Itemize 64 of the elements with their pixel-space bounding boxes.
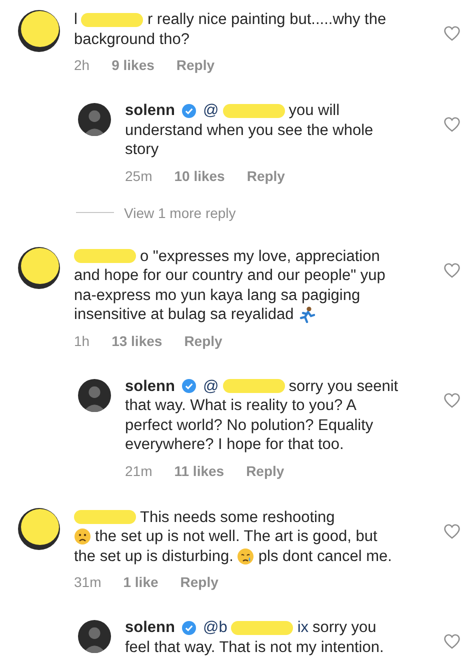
mention-link[interactable]: @ bbox=[202, 376, 219, 396]
comment-text: This needs some reshooting bbox=[140, 508, 335, 527]
view-more-replies-link[interactable]: View 1 more reply bbox=[124, 204, 236, 220]
username[interactable]: solenn bbox=[125, 101, 175, 120]
heart-icon[interactable] bbox=[444, 524, 460, 538]
comment-time: 1h bbox=[74, 332, 90, 348]
like-count[interactable]: 13 likes bbox=[112, 332, 162, 348]
comment-text: feel that way. That is not my intention. bbox=[125, 638, 384, 657]
verified-badge-icon bbox=[182, 379, 196, 394]
heart-icon[interactable] bbox=[444, 634, 460, 649]
redaction-mark bbox=[231, 620, 294, 635]
avatar bbox=[78, 103, 111, 136]
comment-time: 31m bbox=[74, 574, 102, 590]
comment-text: pls dont cancel me. bbox=[258, 546, 392, 566]
like-count[interactable]: 9 likes bbox=[112, 57, 154, 73]
redaction-mark bbox=[81, 12, 144, 27]
comment-text: that way. What is reality to you? A bbox=[125, 396, 356, 416]
frowning-face-icon bbox=[74, 528, 91, 546]
comment-text: story bbox=[125, 140, 159, 160]
comment-time: 2h bbox=[74, 57, 90, 73]
verified-badge-icon bbox=[182, 620, 196, 635]
comment-text: and hope for our country and our people" yup bbox=[74, 266, 386, 286]
username[interactable]: solenn bbox=[125, 618, 175, 638]
comment-text: you will bbox=[288, 101, 340, 120]
heart-icon[interactable] bbox=[444, 392, 460, 408]
crying-face-icon bbox=[237, 548, 254, 565]
redaction-mark bbox=[74, 249, 136, 264]
comment-text: understand when you see the whole bbox=[125, 120, 374, 140]
comment-text: perfect world? No polution? Equality bbox=[125, 416, 374, 435]
like-count[interactable]: 10 likes bbox=[174, 168, 225, 184]
redaction-mark bbox=[74, 510, 136, 524]
comment-text: sorry you seenit bbox=[288, 376, 398, 396]
heart-icon[interactable] bbox=[444, 117, 460, 132]
comment-text: background tho? bbox=[74, 30, 190, 49]
reply-button[interactable]: Reply bbox=[246, 462, 284, 478]
like-count[interactable]: 11 likes bbox=[174, 462, 224, 478]
username[interactable]: solenn bbox=[125, 376, 175, 396]
reply-button[interactable]: Reply bbox=[176, 57, 215, 73]
heart-icon[interactable] bbox=[444, 26, 460, 41]
mention-link[interactable]: @ bbox=[202, 101, 219, 120]
runner-emoji-icon bbox=[298, 306, 315, 324]
mention-link[interactable]: @b bbox=[202, 618, 228, 638]
redaction-mark bbox=[222, 104, 285, 118]
reply-button[interactable]: Reply bbox=[246, 168, 285, 184]
reply-button[interactable]: Reply bbox=[184, 332, 222, 348]
comment-time: 21m bbox=[125, 462, 152, 478]
mention-link[interactable]: ix bbox=[297, 618, 309, 638]
like-count[interactable]: 1 like bbox=[123, 574, 158, 590]
comment-text: insensitive at bulag sa reyalidad bbox=[74, 305, 294, 324]
comment-text: everywhere? I hope for that too. bbox=[125, 435, 344, 454]
comment-text: the set up is not well. The art is good, but bbox=[95, 527, 378, 546]
reply-button[interactable]: Reply bbox=[180, 574, 218, 590]
redaction-mark bbox=[222, 379, 285, 394]
avatar bbox=[78, 378, 111, 412]
comment-text: na-express mo yun kaya lang sa pagiging bbox=[74, 286, 360, 305]
comment-text: the set up is disturbing. bbox=[74, 546, 234, 566]
comment-time: 25m bbox=[125, 168, 152, 184]
verified-badge-icon bbox=[182, 104, 196, 118]
comment-text: sorry you bbox=[312, 618, 376, 638]
comment-text: l bbox=[74, 10, 78, 30]
comment-text: r really nice painting but.....why the bbox=[147, 10, 386, 30]
heart-icon[interactable] bbox=[444, 262, 460, 278]
comment-text: o "expresses my love, appreciation bbox=[140, 246, 380, 266]
avatar bbox=[78, 620, 111, 653]
